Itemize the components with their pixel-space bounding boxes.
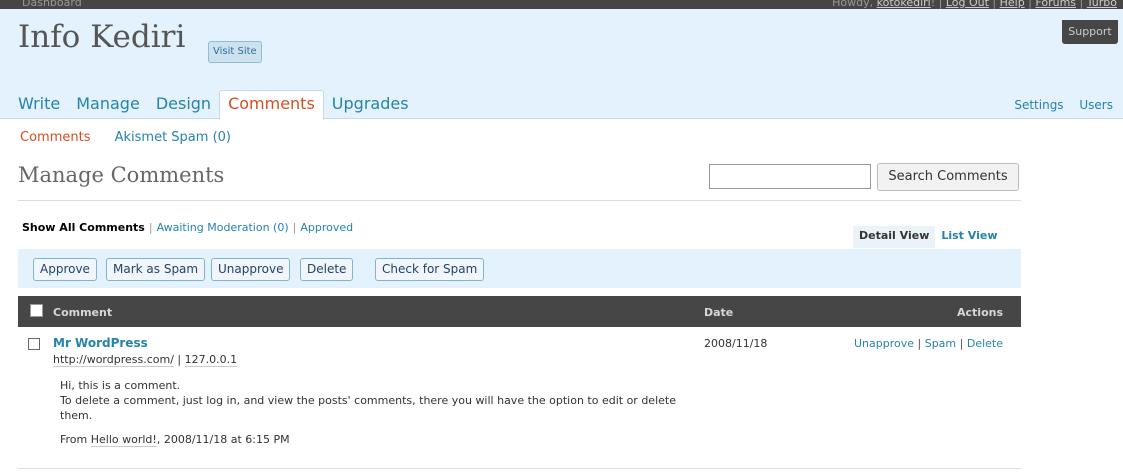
divider xyxy=(18,200,1021,201)
comment-date: 2008/11/18 xyxy=(704,337,768,350)
main-nav: Write Manage Design Comments Upgrades xyxy=(10,90,417,120)
table-row: Mr WordPress http://wordpress.com/ | 127… xyxy=(18,327,1021,469)
tab-upgrades[interactable]: Upgrades xyxy=(324,90,417,119)
filter-approved[interactable]: Approved xyxy=(300,221,353,234)
row-spam-link[interactable]: Spam xyxy=(925,337,956,350)
comment-source: From Hello world!, 2008/11/18 at 6:15 PM xyxy=(60,432,680,447)
howdy-text: Howdy, xyxy=(832,0,877,9)
row-actions: Unapprove | Spam | Delete xyxy=(853,337,1003,350)
username-link[interactable]: kotokediri xyxy=(877,0,931,9)
comment-author[interactable]: Mr WordPress xyxy=(53,336,148,350)
bulk-action-bar: Approve Mark as Spam Unapprove Delete Ch… xyxy=(18,249,1021,288)
tab-write[interactable]: Write xyxy=(10,90,68,119)
row-delete-link[interactable]: Delete xyxy=(967,337,1003,350)
column-header-comment: Comment xyxy=(53,306,113,319)
filter-awaiting[interactable]: Awaiting Moderation (0) xyxy=(157,221,289,234)
tab-comments[interactable]: Comments xyxy=(219,90,324,120)
secondary-nav: Settings Users xyxy=(1002,98,1113,112)
author-ip[interactable]: 127.0.0.1 xyxy=(184,353,238,367)
comment-line: To delete a comment, just log in, and vi… xyxy=(60,394,676,422)
comment-filters: Show All Comments | Awaiting Moderation (0… xyxy=(22,221,354,234)
comments-table: Comment Date Actions Mr WordPress http:/… xyxy=(18,296,1021,469)
turbo-link[interactable]: Turbo xyxy=(1087,0,1117,9)
site-title: Info Kediri xyxy=(18,19,186,55)
post-link[interactable]: Hello world! xyxy=(90,433,157,447)
table-header: Comment Date Actions xyxy=(18,296,1021,327)
comment-body: Hi, this is a comment. To delete a comme… xyxy=(60,378,680,447)
approve-button[interactable]: Approve xyxy=(33,258,97,281)
from-prefix: From xyxy=(60,433,91,446)
subnav-akismet-spam[interactable]: Akismet Spam (0) xyxy=(115,130,231,145)
tab-manage[interactable]: Manage xyxy=(68,90,148,119)
visit-site-button[interactable]: Visit Site xyxy=(208,41,262,63)
site-header: Info Kediri Visit Site Write Manage Desi… xyxy=(0,9,1123,120)
forums-link[interactable]: Forums xyxy=(1035,0,1076,9)
author-meta: http://wordpress.com/ | 127.0.0.1 xyxy=(53,353,238,367)
column-header-date: Date xyxy=(704,306,734,319)
column-header-actions: Actions xyxy=(957,306,1003,319)
author-url[interactable]: http://wordpress.com/ xyxy=(53,353,174,367)
search-comments-button[interactable]: Search Comments xyxy=(877,163,1019,191)
dashboard-link[interactable]: Dashboard xyxy=(22,0,82,9)
detail-view-tab[interactable]: Detail View xyxy=(853,226,936,248)
settings-link[interactable]: Settings xyxy=(1014,98,1063,112)
unapprove-button[interactable]: Unapprove xyxy=(211,258,291,281)
user-links: Howdy, kotokediri! | Log Out | Help | Fo… xyxy=(832,0,1117,9)
help-link[interactable]: Help xyxy=(1000,0,1025,9)
tab-design[interactable]: Design xyxy=(148,90,219,119)
row-checkbox[interactable] xyxy=(28,338,40,350)
support-tab[interactable]: Support xyxy=(1062,20,1118,44)
view-switch: Detail View List View xyxy=(853,226,1004,248)
logout-link[interactable]: Log Out xyxy=(946,0,989,9)
select-all-checkbox[interactable] xyxy=(30,304,43,317)
subnav-comments[interactable]: Comments xyxy=(20,130,90,145)
row-unapprove-link[interactable]: Unapprove xyxy=(854,337,914,350)
search-input[interactable] xyxy=(709,164,871,189)
mark-as-spam-button[interactable]: Mark as Spam xyxy=(106,258,206,281)
delete-button[interactable]: Delete xyxy=(300,258,354,281)
page-title: Manage Comments xyxy=(18,163,225,187)
list-view-tab[interactable]: List View xyxy=(935,226,1003,248)
sub-nav: Comments Akismet Spam (0) xyxy=(20,130,251,145)
check-for-spam-button[interactable]: Check for Spam xyxy=(375,258,485,281)
admin-top-bar: Dashboard Howdy, kotokediri! | Log Out |… xyxy=(0,0,1123,9)
filter-all[interactable]: Show All Comments xyxy=(22,221,145,234)
users-link[interactable]: Users xyxy=(1079,98,1113,112)
from-suffix: , 2008/11/18 at 6:15 PM xyxy=(156,433,290,446)
comment-line: Hi, this is a comment. xyxy=(60,379,181,392)
